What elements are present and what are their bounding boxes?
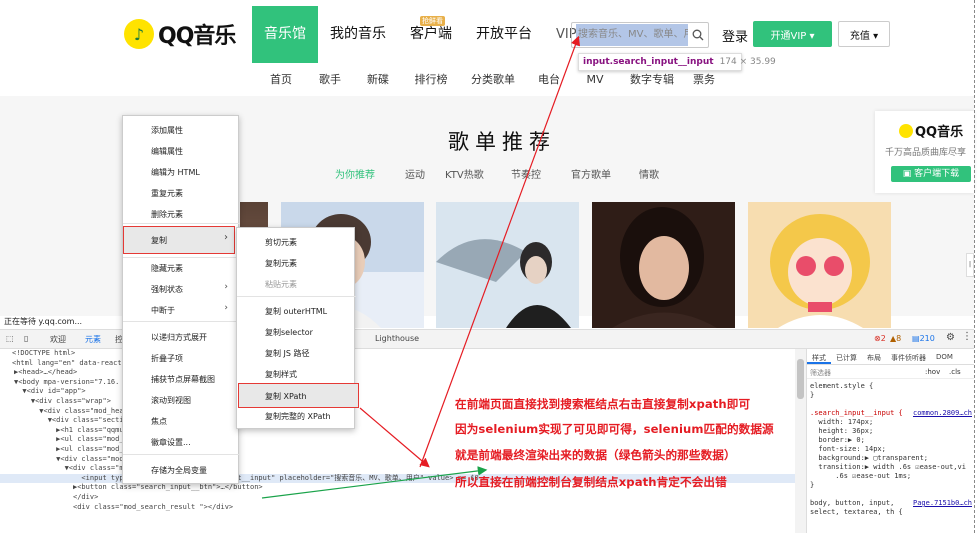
- annotation-line-3: 就是前端最终渲染出来的数据（绿色箭头的那些数据）: [455, 448, 736, 462]
- annotation-line-4: 所以直接在前端控制台复制结点xpath肯定不会出错: [455, 475, 727, 489]
- annotation-line-1: 在前端页面直接找到搜索框结点右击直接复制xpath即可: [455, 397, 751, 411]
- green-arrow: [261, 466, 488, 499]
- screenshot: ♪ QQ音乐 音乐馆 我的音乐 客户端 抢鲜看 开放平台 VIP 搜索音乐、MV…: [0, 0, 977, 533]
- annotation-line-2: 因为selenium实现了可见即可得，selenium匹配的数据源: [455, 422, 774, 436]
- red-arrow-to-code: [359, 407, 430, 468]
